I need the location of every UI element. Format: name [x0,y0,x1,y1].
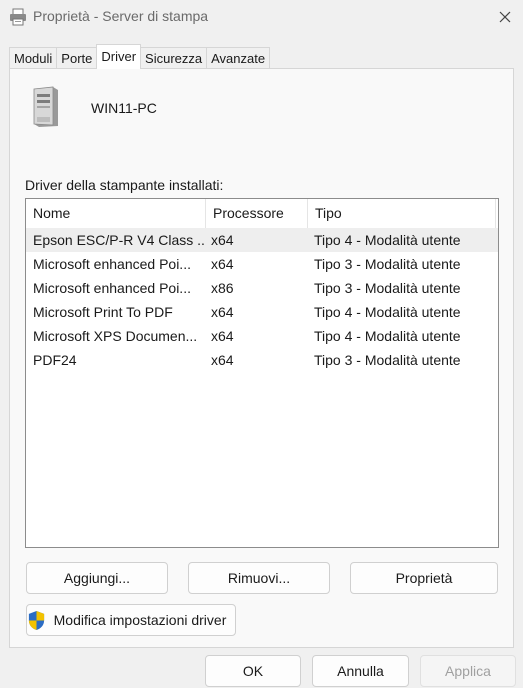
driver-type: Tipo 4 - Modalità utente [314,328,461,344]
installed-drivers-label: Driver della stampante installati: [25,177,224,193]
tab-porte[interactable]: Porte [56,47,98,69]
driver-processor: x64 [211,328,234,344]
driver-properties-button[interactable]: Proprietà [350,562,498,594]
table-row[interactable]: PDF24 x64 Tipo 3 - Modalità utente [26,348,498,372]
driver-type: Tipo 3 - Modalità utente [314,280,461,296]
table-row[interactable]: Microsoft enhanced Poi... x86 Tipo 3 - M… [26,276,498,300]
column-header-name[interactable]: Nome [26,199,206,228]
driver-type: Tipo 3 - Modalità utente [314,352,461,368]
table-row[interactable]: Microsoft Print To PDF x64 Tipo 4 - Moda… [26,300,498,324]
table-row[interactable]: Microsoft enhanced Poi... x64 Tipo 3 - M… [26,252,498,276]
driver-name: Microsoft XPS Documen... [33,328,198,344]
driver-name: Microsoft enhanced Poi... [33,280,191,296]
title-bar: Proprietà - Server di stampa [0,0,523,34]
ok-button[interactable]: OK [205,655,301,687]
driver-type: Tipo 4 - Modalità utente [314,232,461,248]
add-driver-button[interactable]: Aggiungi... [26,562,168,594]
drivers-list[interactable]: Nome Processore Tipo Epson ESC/P-R V4 Cl… [25,198,499,548]
driver-type: Tipo 3 - Modalità utente [314,256,461,272]
tab-avanzate[interactable]: Avanzate [206,47,271,69]
driver-processor: x64 [211,304,234,320]
window-title: Proprietà - Server di stampa [33,8,209,24]
table-row[interactable]: Microsoft XPS Documen... x64 Tipo 4 - Mo… [26,324,498,348]
cancel-button[interactable]: Annulla [312,655,409,687]
change-driver-settings-button[interactable]: Modifica impostazioni driver [26,604,236,636]
uac-shield-icon [28,611,45,630]
apply-button[interactable]: Applica [420,655,516,687]
tab-strip: Moduli Porte Driver Sicurezza Avanzate [9,44,271,69]
driver-name: Microsoft Print To PDF [33,304,173,320]
printer-icon [10,8,26,26]
driver-name: PDF24 [33,352,77,368]
column-header-type[interactable]: Tipo [308,199,496,228]
driver-processor: x64 [211,256,234,272]
driver-processor: x64 [211,232,234,248]
change-driver-settings-label: Modifica impostazioni driver [53,612,227,628]
close-icon[interactable] [494,6,516,28]
driver-processor: x64 [211,352,234,368]
tab-moduli[interactable]: Moduli [9,47,58,69]
list-header: Nome Processore Tipo [26,199,498,228]
column-header-processor[interactable]: Processore [206,199,308,228]
server-tower-icon [33,86,58,127]
server-name: WIN11-PC [91,100,157,116]
table-row[interactable]: Epson ESC/P-R V4 Class ... x64 Tipo 4 - … [26,228,498,252]
driver-name: Microsoft enhanced Poi... [33,256,191,272]
tab-sicurezza[interactable]: Sicurezza [140,47,208,69]
remove-driver-button[interactable]: Rimuovi... [188,562,330,594]
driver-processor: x86 [211,280,234,296]
driver-type: Tipo 4 - Modalità utente [314,304,461,320]
driver-name: Epson ESC/P-R V4 Class ... [33,232,205,248]
tab-driver[interactable]: Driver [96,44,142,69]
